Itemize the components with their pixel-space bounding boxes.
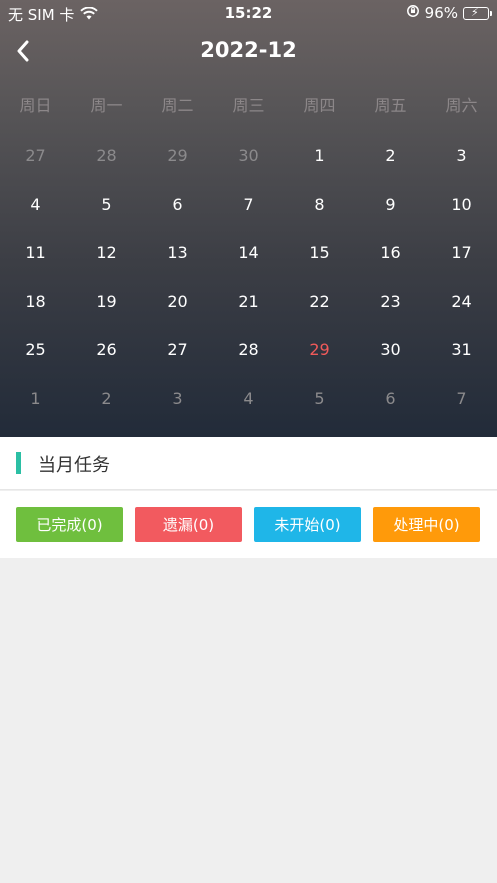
calendar-day[interactable]: 4 xyxy=(0,194,71,243)
battery-cap xyxy=(490,10,492,16)
calendar-day[interactable]: 24 xyxy=(426,291,497,340)
battery-icon: ⚡ xyxy=(463,5,492,20)
calendar-grid: 27 28 29 30 1 2 3 4 5 6 7 8 9 10 11 12 13 14 15 16 17 18 19 20 2… xyxy=(0,145,497,437)
calendar-day[interactable]: 30 xyxy=(213,145,284,194)
orientation-lock-icon xyxy=(406,4,420,22)
calendar-day[interactable]: 10 xyxy=(426,194,497,243)
calendar-day[interactable]: 7 xyxy=(426,388,497,437)
calendar-week-row: 4 5 6 7 8 9 10 xyxy=(0,194,497,243)
missed-button[interactable]: 遗漏(0) xyxy=(135,507,242,542)
calendar-day[interactable]: 7 xyxy=(213,194,284,243)
nav-bar: 2022-12 xyxy=(0,30,497,74)
completed-button[interactable]: 已完成(0) xyxy=(16,507,123,542)
calendar-day[interactable]: 11 xyxy=(0,242,71,291)
month-title: 2022-12 xyxy=(200,38,297,62)
battery-percent: 96% xyxy=(424,4,458,22)
calendar-day[interactable]: 27 xyxy=(0,145,71,194)
calendar-day[interactable]: 8 xyxy=(284,194,355,243)
calendar-day[interactable]: 27 xyxy=(142,339,213,388)
section-header: 当月任务 xyxy=(0,437,497,490)
calendar-day[interactable]: 20 xyxy=(142,291,213,340)
calendar-day[interactable]: 25 xyxy=(0,339,71,388)
weekday-label: 周一 xyxy=(90,96,123,115)
calendar-day[interactable]: 17 xyxy=(426,242,497,291)
calendar-week-row: 11 12 13 14 15 16 17 xyxy=(0,242,497,291)
calendar-day[interactable]: 14 xyxy=(213,242,284,291)
weekday-label: 周二 xyxy=(161,96,194,115)
calendar-day[interactable]: 18 xyxy=(0,291,71,340)
in-progress-button[interactable]: 处理中(0) xyxy=(373,507,480,542)
weekday-label: 周五 xyxy=(374,96,407,115)
weekday-row: 周日 周一 周二 周三 周四 周五 周六 xyxy=(0,92,497,116)
weekday-label: 周三 xyxy=(232,96,265,115)
calendar-day[interactable]: 3 xyxy=(426,145,497,194)
calendar-day[interactable]: 19 xyxy=(71,291,142,340)
calendar-day[interactable]: 5 xyxy=(71,194,142,243)
status-bar: 无 SIM 卡 15:22 96% ⚡ xyxy=(0,0,497,26)
calendar-day-today[interactable]: 29 xyxy=(284,339,355,388)
section-title: 当月任务 xyxy=(38,455,110,476)
calendar-day[interactable]: 3 xyxy=(142,388,213,437)
not-started-button[interactable]: 未开始(0) xyxy=(254,507,361,542)
status-right: 96% ⚡ xyxy=(406,4,492,22)
calendar-day[interactable]: 1 xyxy=(0,388,71,437)
calendar-day[interactable]: 30 xyxy=(355,339,426,388)
calendar-day[interactable]: 12 xyxy=(71,242,142,291)
calendar-day[interactable]: 23 xyxy=(355,291,426,340)
calendar-week-row: 1234567 xyxy=(0,388,497,437)
calendar-day[interactable]: 6 xyxy=(142,194,213,243)
charging-bolt-icon: ⚡ xyxy=(471,5,479,19)
calendar-day[interactable]: 4 xyxy=(213,388,284,437)
calendar-day[interactable]: 26 xyxy=(71,339,142,388)
calendar-day[interactable]: 16 xyxy=(355,242,426,291)
calendar-day[interactable]: 5 xyxy=(284,388,355,437)
calendar-day[interactable]: 21 xyxy=(213,291,284,340)
calendar-day[interactable]: 6 xyxy=(355,388,426,437)
calendar-panel: 无 SIM 卡 15:22 96% ⚡ 2022-12 周日 周一 周二 周三 … xyxy=(0,0,497,437)
calendar-day[interactable]: 1 xyxy=(284,145,355,194)
calendar-day[interactable]: 28 xyxy=(71,145,142,194)
accent-bar xyxy=(16,452,21,474)
calendar-week-row: 18 19 20 21 22 23 24 xyxy=(0,291,497,340)
calendar-week-row: 27 28 29 30 1 2 3 xyxy=(0,145,497,194)
calendar-day[interactable]: 9 xyxy=(355,194,426,243)
calendar-day[interactable]: 15 xyxy=(284,242,355,291)
calendar-day[interactable]: 28 xyxy=(213,339,284,388)
calendar-day[interactable]: 29 xyxy=(142,145,213,194)
weekday-label: 周四 xyxy=(303,96,336,115)
calendar-week-row: 25 26 27 28 29 30 31 xyxy=(0,339,497,388)
calendar-day[interactable]: 31 xyxy=(426,339,497,388)
calendar-day[interactable]: 2 xyxy=(355,145,426,194)
weekday-label: 周六 xyxy=(445,96,478,115)
task-status-buttons: 已完成(0) 遗漏(0) 未开始(0) 处理中(0) xyxy=(0,491,497,558)
weekday-label: 周日 xyxy=(19,96,52,115)
calendar-day[interactable]: 13 xyxy=(142,242,213,291)
calendar-day[interactable]: 2 xyxy=(71,388,142,437)
calendar-day[interactable]: 22 xyxy=(284,291,355,340)
